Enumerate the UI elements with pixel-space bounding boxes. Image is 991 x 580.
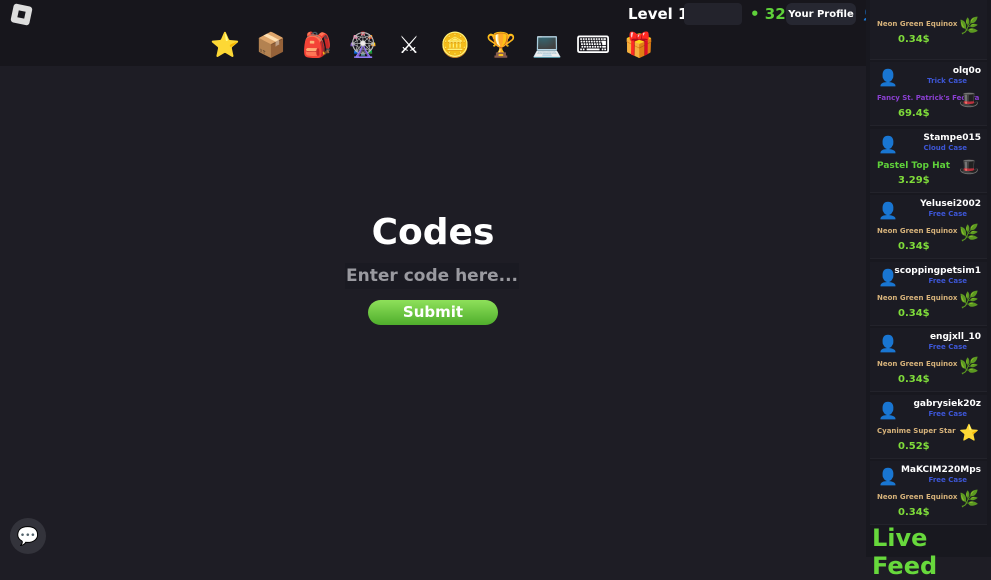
toolbar-icons: ⭐ 📦 🎒 🎡 ⚔ 🪙 🏆 💻 ⌨ 🎁 [210,30,654,60]
feed-entry: 👤 gabrysiek20z Free Case Cyanime Super Star… [870,394,987,459]
roblox-menu-icon[interactable] [10,3,33,26]
feed-price: 0.34$ [898,307,930,319]
feed-item-name: Neon Green Equinox [877,293,958,302]
feed-item-name: Cyanime Super Star [877,426,956,435]
item-image-icon: 🌿 [959,16,979,35]
feed-item-name: Neon Green Equinox [877,227,958,235]
trophy-icon[interactable]: 🏆 [486,30,516,60]
feed-price: 0.34$ [898,507,930,518]
avatar: 👤 [878,334,898,353]
avatar: 👤 [878,201,898,220]
feed-case: Free Case [928,343,968,351]
feed-entry: 👤 Stampe015 Cloud Case Pastel Top Hat 3.29$ 🎩 [870,128,987,193]
feed-case: Trick Case [927,77,967,85]
feed-entry: Neon Green Equinox 0.34$ 🌿 [870,0,987,60]
feed-entry: 👤 olq0o Trick Case Fancy St. Patrick's Fedo… [870,62,987,126]
live-feed-title: Live Feed [872,524,938,580]
feed-username: gabrysiek20z [913,398,981,409]
feed-username: engjxll_10 [929,332,981,342]
avatar: 👤 [878,134,898,154]
feed-price: 69.4$ [898,108,930,119]
item-image-icon: 🎩 [959,90,979,109]
feed-item-name: Pastel Top Hat [877,160,951,171]
feed-case: Cloud Case [923,143,967,152]
avatar: 👤 [878,68,898,87]
item-image-icon: 🌿 [959,356,979,375]
item-image-icon: 🌿 [959,223,979,242]
coin-icon[interactable]: 🪙 [440,30,470,60]
feed-username: olq0o [952,66,981,76]
feed-item-name: Neon Green Equinox [877,20,958,28]
star-icon[interactable]: ⭐ [210,30,240,60]
xp-bar [684,3,742,25]
feed-case: Free Case [928,476,968,484]
feed-username: MaKCIM220Mps [900,465,981,475]
codes-terminal-icon[interactable]: ⌨ [576,30,611,60]
item-image-icon: ⭐ [959,422,979,442]
backpack-icon[interactable]: 🎒 [302,30,332,60]
avatar: 👤 [878,467,898,486]
avatar: 👤 [878,400,898,420]
item-image-icon: 🌿 [959,289,979,309]
live-feed: Neon Green Equinox 0.34$ 🌿 👤 olq0o Trick Case… [866,0,991,557]
feed-case: Free Case [928,409,968,418]
feed-price: 0.34$ [898,374,930,385]
item-image-icon: 🎩 [959,156,979,176]
feed-item-name: Neon Green Equinox [877,360,958,368]
feed-entry: 👤 scoppingpetsim1 Free Case Neon Green Equi… [870,261,987,326]
code-input[interactable] [345,263,519,289]
feed-username: Yelusei2002 [920,199,981,209]
chat-icon[interactable]: 💬 [10,518,46,554]
feed-price: 0.34$ [898,34,930,45]
points-counter: • 32 [750,5,786,23]
level-label: Level 1 [628,5,689,23]
page-title: Codes [371,212,495,253]
feed-price: 3.29$ [898,174,930,186]
gift-icon[interactable]: 🎁 [624,30,654,60]
crate-icon[interactable]: 📦 [256,30,286,60]
feed-price: 0.52$ [898,440,930,452]
feed-entry: 👤 MaKCIM220Mps Free Case Neon Green Equinox… [870,461,987,525]
feed-username: scoppingpetsim1 [894,265,981,276]
feed-price: 0.34$ [898,241,930,252]
submit-button[interactable]: Submit [368,300,498,325]
feed-case: Free Case [928,276,968,285]
feed-entry: 👤 engjxll_10 Free Case Neon Green Equinox 0.… [870,328,987,392]
battle-icon[interactable]: ⚔ [394,30,424,60]
your-profile-button[interactable]: Your Profile [786,3,856,25]
feed-entry: 👤 Yelusei2002 Free Case Neon Green Equinox 0… [870,195,987,259]
feed-item-name: Neon Green Equinox [877,493,958,501]
shop-icon[interactable]: 💻 [532,30,562,60]
feed-case: Free Case [928,210,968,218]
spin-wheel-icon[interactable]: 🎡 [348,30,378,60]
feed-username: Stampe015 [923,132,981,143]
item-image-icon: 🌿 [959,489,979,508]
